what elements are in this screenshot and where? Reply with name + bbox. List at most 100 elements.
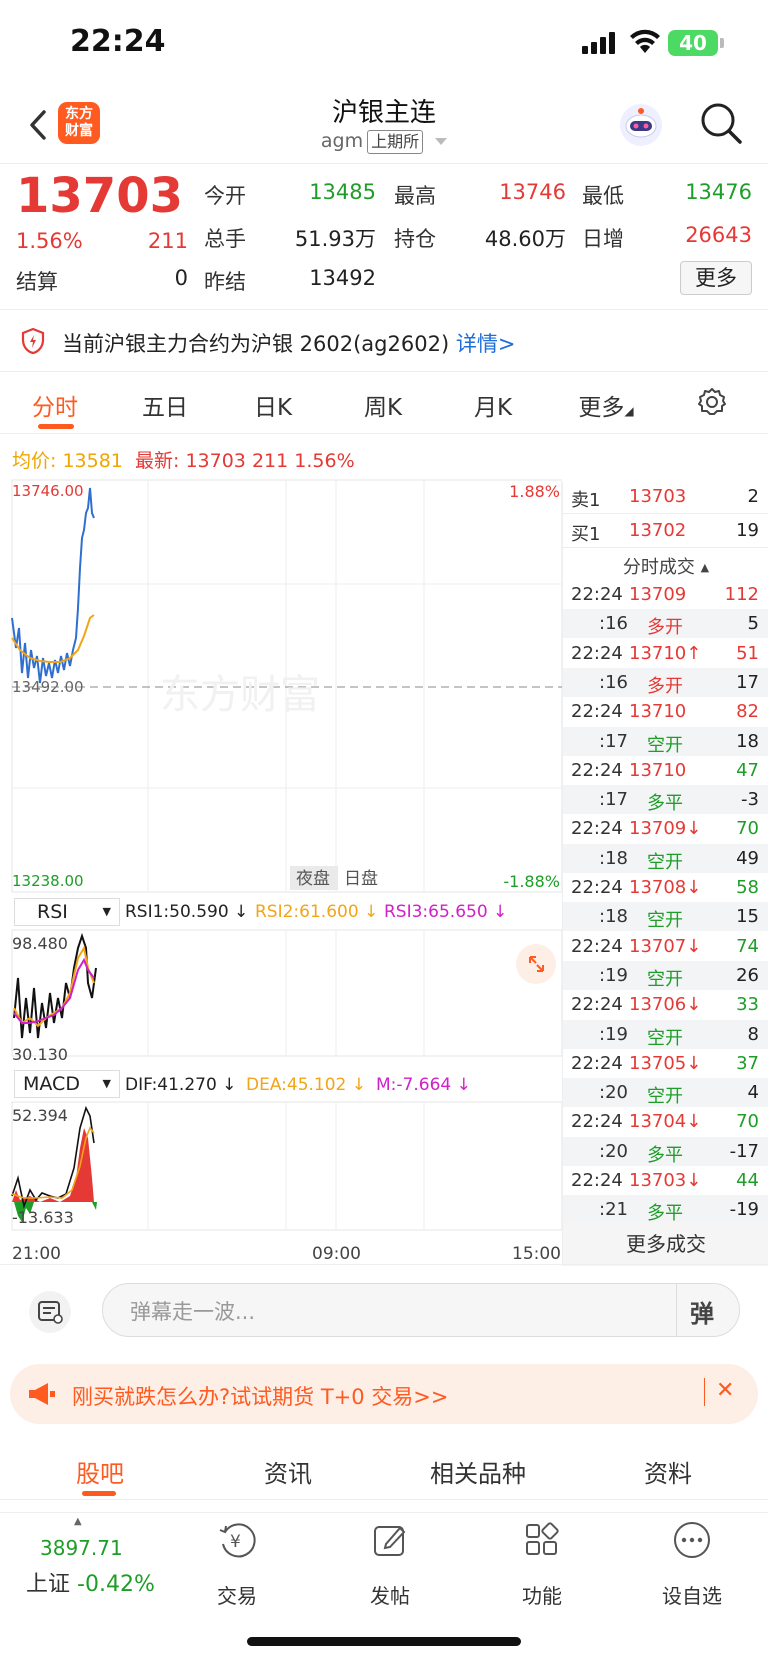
tab-five-day[interactable]: 五日: [132, 388, 198, 422]
trade-time: :17: [599, 789, 628, 811]
trade-row: 22:24 13709↓ 70: [563, 814, 768, 843]
tab-weekly-k[interactable]: 周K: [350, 388, 416, 422]
m-value: M:-7.664 ↓: [376, 1075, 471, 1095]
toolbar-trade[interactable]: 交易: [187, 1580, 287, 1609]
chevron-down-icon: [435, 138, 448, 145]
tab-more-label: 更多: [578, 395, 625, 421]
cellular-signal-icon: [582, 32, 615, 54]
daily-increase-value: 26643: [685, 223, 752, 247]
change-percent: 1.56%: [16, 229, 83, 253]
more-trades-button[interactable]: 更多成交: [563, 1222, 768, 1266]
trade-price: 13706↓: [629, 994, 702, 1016]
open-value: 13485: [309, 180, 376, 204]
session-day: 日盘: [344, 869, 378, 889]
avg-label: 均价:: [12, 450, 57, 472]
tab-monthly-k[interactable]: 月K: [460, 388, 526, 422]
notice-message: 当前沪银主力合约为沪银 2602(ag2602): [62, 332, 450, 356]
trade-price: 空开: [647, 851, 683, 873]
rsi-max-label: 98.480: [12, 934, 68, 953]
trade-row: :20 空开 4: [563, 1078, 768, 1108]
index-pct: -0.42%: [77, 1572, 155, 1597]
latest-change: 211: [251, 450, 289, 472]
index-quote[interactable]: 上证 -0.42%: [26, 1566, 155, 1598]
expand-icon: [529, 956, 544, 972]
close-icon[interactable]: ✕: [716, 1378, 734, 1403]
trade-volume: 49: [736, 847, 759, 869]
trade-row: 22:24 13708↓ 58: [563, 873, 768, 902]
expand-chart-button[interactable]: [516, 944, 556, 984]
trade-row: :19 空开 8: [563, 1019, 768, 1049]
rsi2-value: RSI2:61.600 ↓: [255, 902, 379, 922]
trade-row: 22:24 13707↓ 74: [563, 932, 768, 961]
trade-row: 22:24 13710 47: [563, 756, 768, 785]
tab-more[interactable]: 更多◢: [566, 388, 646, 422]
active-bottom-tab-indicator: [82, 1491, 116, 1496]
danmu-toggle-button[interactable]: 弹: [690, 1294, 714, 1329]
edit-post-icon[interactable]: [370, 1520, 410, 1560]
trade-price: 13709↓: [629, 818, 702, 840]
trade-time: 22:24: [571, 818, 623, 840]
latest-value: 13703: [185, 450, 246, 472]
rsi1-value: RSI1:50.590 ↓: [125, 902, 249, 922]
trades-header[interactable]: 分时成交 ▲: [563, 550, 768, 580]
more-options-icon[interactable]: [672, 1520, 712, 1560]
notice-detail-link[interactable]: 详情>: [456, 332, 516, 356]
trade-row: 22:24 13705↓ 37: [563, 1049, 768, 1078]
trade-time: :21: [599, 1199, 628, 1221]
high-value: 13746: [499, 180, 566, 204]
dropdown-arrow-icon: ▼: [102, 1077, 111, 1090]
wifi-icon: [630, 29, 660, 53]
trade-price: 13708↓: [629, 877, 702, 898]
trade-volume: 5: [747, 613, 759, 635]
expand-up-icon[interactable]: ▲: [74, 1516, 82, 1527]
apps-grid-icon[interactable]: [522, 1520, 562, 1560]
tab-forum[interactable]: 股吧: [60, 1454, 140, 1489]
trade-price: 空开: [647, 968, 683, 990]
x-end-label: 15:00: [512, 1244, 561, 1264]
more-quote-button[interactable]: 更多: [680, 261, 752, 295]
search-icon[interactable]: [698, 100, 744, 146]
open-label: 今开: [204, 184, 246, 208]
intraday-chart[interactable]: 东方财富 夜盘 日盘: [0, 478, 562, 1270]
trade-price: 13710: [629, 759, 687, 781]
trade-panel: 卖1 13703 2 买1 13702 19 分时成交 ▲ 22:24 13709…: [562, 482, 768, 1266]
last-price: 13703: [16, 168, 183, 224]
trade-volume: -17: [729, 1140, 759, 1162]
tab-news[interactable]: 资讯: [248, 1454, 328, 1489]
trade-price: 13704↓: [629, 1111, 702, 1133]
x-mid-label: 09:00: [312, 1244, 361, 1264]
index-value: 3897.71: [40, 1536, 123, 1560]
trade-volume: 4: [747, 1082, 759, 1104]
trade-price: 多开: [647, 675, 683, 697]
trade-volume: 51: [736, 642, 759, 664]
bid-price: 13702: [629, 520, 687, 541]
trade-time: 22:24: [571, 642, 623, 664]
dea-value: DEA:45.102 ↓: [246, 1075, 367, 1095]
tab-related[interactable]: 相关品种: [418, 1454, 538, 1489]
gear-icon[interactable]: [696, 386, 728, 418]
trade-row: 22:24 13710 82: [563, 697, 768, 726]
comment-list-icon[interactable]: [28, 1290, 72, 1334]
index-name: 上证: [26, 1572, 71, 1597]
low-value: 13476: [685, 180, 752, 204]
trade-time: :19: [599, 964, 628, 986]
rsi-min-label: 30.130: [12, 1045, 68, 1064]
rsi-selector[interactable]: RSI ▼: [14, 898, 120, 926]
tab-daily-k[interactable]: 日K: [240, 388, 306, 422]
robot-assistant-icon[interactable]: [618, 102, 664, 148]
macd-selector[interactable]: MACD ▼: [14, 1070, 120, 1098]
toolbar-add-watchlist[interactable]: 设自选: [642, 1580, 742, 1609]
x-start-label: 21:00: [12, 1244, 61, 1264]
toolbar-post[interactable]: 发帖: [340, 1580, 440, 1609]
open-interest-label: 持仓: [394, 227, 436, 251]
tab-profile[interactable]: 资料: [628, 1454, 708, 1489]
tab-intraday[interactable]: 分时: [22, 388, 88, 422]
trade-volume: 33: [736, 994, 759, 1016]
trade-icon[interactable]: ¥: [217, 1520, 257, 1560]
daily-increase-label: 日增: [582, 227, 624, 251]
toolbar-functions[interactable]: 功能: [492, 1580, 592, 1609]
ask-volume: 2: [747, 486, 759, 507]
chart-watermark: 东方财富: [160, 673, 320, 717]
exchange-tag: 上期所: [367, 130, 424, 154]
trade-price: 13710: [629, 701, 687, 723]
